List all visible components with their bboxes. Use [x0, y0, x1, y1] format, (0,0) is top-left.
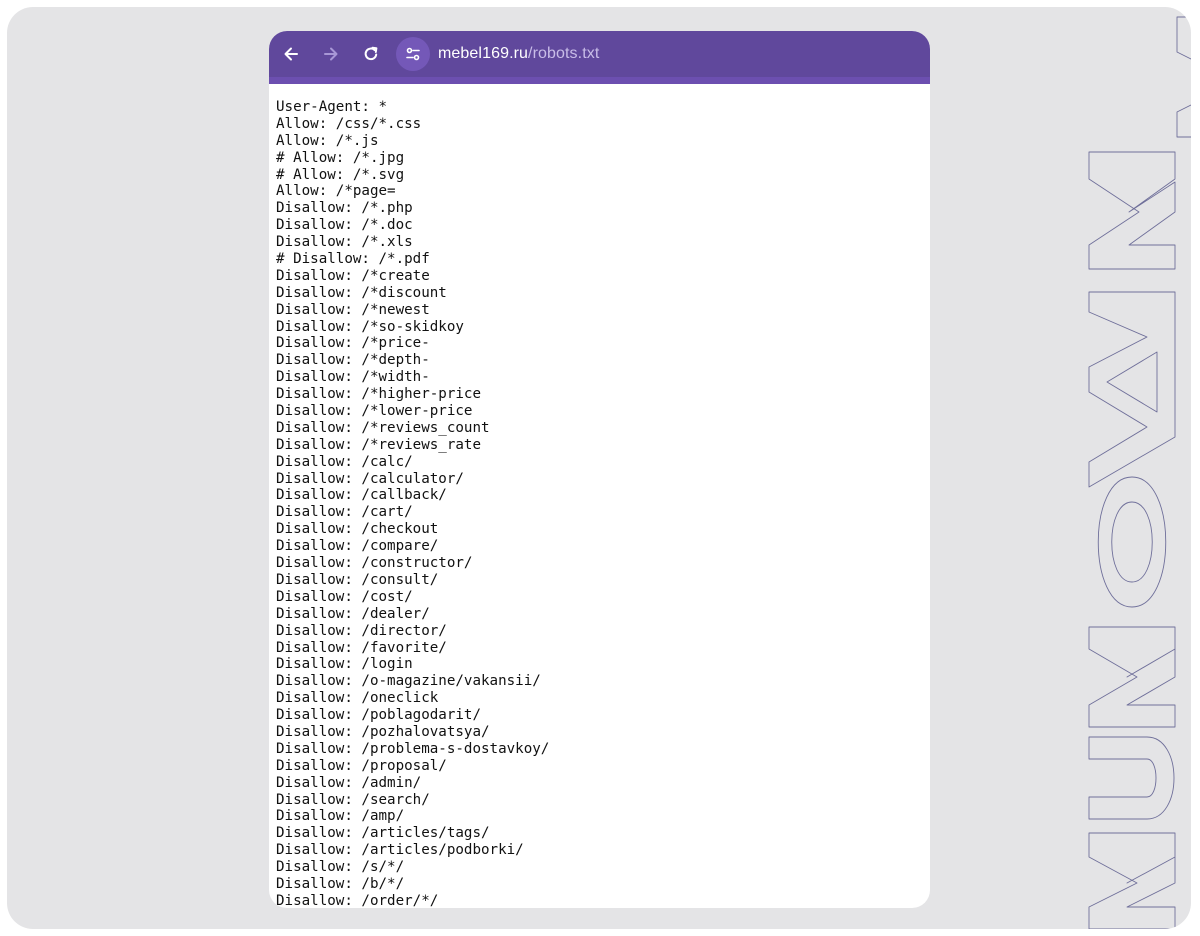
robots-line: Disallow: /*so-skidkoy: [276, 318, 464, 335]
robots-txt-content: User-Agent: * Allow: /css/*.css Allow: /*.…: [269, 84, 930, 908]
robots-line: Disallow: /*price-: [276, 335, 430, 352]
robots-line: Disallow: /constructor/: [276, 555, 473, 572]
robots-line: Disallow: /pozhalovatsya/: [276, 723, 490, 740]
robots-line: Disallow: /articles/podborki/: [276, 842, 524, 859]
robots-line: Disallow: /*reviews_count: [276, 419, 490, 436]
tune-icon: [406, 47, 420, 61]
robots-line: Disallow: /cart/: [276, 504, 413, 521]
robots-line: Allow: /*page=: [276, 183, 396, 200]
robots-line: Disallow: /cost/: [276, 588, 413, 605]
arrow-left-icon: [284, 47, 298, 61]
url-path: /robots.txt: [528, 45, 600, 62]
url-text[interactable]: mebel169.ru/robots.txt: [438, 45, 599, 63]
robots-line: Disallow: /director/: [276, 622, 447, 639]
robots-line: Disallow: /compare/: [276, 538, 439, 555]
browser-window: mebel169.ru/robots.txt User-Agent: * Allo…: [269, 31, 930, 908]
robots-line: Disallow: /*discount: [276, 284, 447, 301]
robots-line: Disallow: /s/*/: [276, 859, 405, 876]
url-domain: mebel169.ru: [438, 45, 529, 62]
robots-line: Disallow: /*create: [276, 267, 430, 284]
robots-line: Disallow: /order/*/: [276, 892, 439, 908]
browser-toolbar: mebel169.ru/robots.txt: [269, 31, 930, 77]
robots-line: Disallow: /checkout: [276, 521, 439, 538]
robots-line: Disallow: /o-magazine/vakansii/: [276, 673, 541, 690]
robots-line: # Allow: /*.svg: [276, 166, 405, 183]
robots-line: Disallow: /dealer/: [276, 605, 430, 622]
robots-line: Disallow: /favorite/: [276, 639, 447, 656]
robots-line: Disallow: /consult/: [276, 571, 439, 588]
robots-line: Disallow: /poblagodarit/: [276, 707, 481, 724]
address-bar[interactable]: mebel169.ru/robots.txt: [396, 37, 599, 71]
robots-line: Disallow: /amp/: [276, 808, 405, 825]
back-button[interactable]: [276, 39, 306, 69]
reload-button[interactable]: [356, 39, 386, 69]
robots-line: # Allow: /*.jpg: [276, 149, 405, 166]
robots-line: Disallow: /calculator/: [276, 470, 464, 487]
robots-line: Disallow: /calc/: [276, 453, 413, 470]
robots-line: Disallow: /*.xls: [276, 234, 413, 251]
robots-line: Disallow: /articles/tags/: [276, 825, 490, 842]
background-frame: mebel169.ru/robots.txt User-Agent: * Allo…: [7, 7, 1191, 929]
kukoyaka-logo: [1088, 16, 1191, 929]
arrow-right-icon: [324, 47, 338, 61]
forward-button[interactable]: [316, 39, 346, 69]
robots-line: Disallow: /*width-: [276, 369, 430, 386]
robots-line: Disallow: /proposal/: [276, 757, 447, 774]
robots-line: Disallow: /*.doc: [276, 217, 413, 234]
robots-line: Disallow: /*newest: [276, 301, 430, 318]
robots-line: User-Agent: *: [276, 99, 388, 115]
robots-line: Disallow: /login: [276, 656, 413, 673]
robots-line: Disallow: /problema-s-dostavkoy/: [276, 740, 550, 757]
robots-line: Allow: /*.js: [276, 132, 379, 149]
robots-line: Disallow: /admin/: [276, 774, 422, 791]
robots-line: Disallow: /b/*/: [276, 875, 405, 892]
toolbar-accent-strip: [269, 77, 930, 84]
robots-line: Disallow: /*lower-price: [276, 403, 473, 420]
robots-line: Disallow: /*reviews_rate: [276, 436, 481, 453]
robots-line: Allow: /css/*.css: [276, 115, 422, 132]
robots-line: Disallow: /oneclick: [276, 690, 439, 707]
reload-icon: [364, 46, 378, 61]
robots-line: Disallow: /*higher-price: [276, 386, 481, 403]
robots-line: Disallow: /search/: [276, 791, 430, 808]
robots-line: Disallow: /*depth-: [276, 352, 430, 369]
robots-line: # Disallow: /*.pdf: [276, 251, 430, 268]
robots-line: Disallow: /*.php: [276, 200, 413, 217]
robots-line: Disallow: /callback/: [276, 487, 447, 504]
robots-txt-text: User-Agent: * Allow: /css/*.css Allow: /*.…: [276, 99, 930, 908]
site-info-button[interactable]: [396, 37, 430, 71]
